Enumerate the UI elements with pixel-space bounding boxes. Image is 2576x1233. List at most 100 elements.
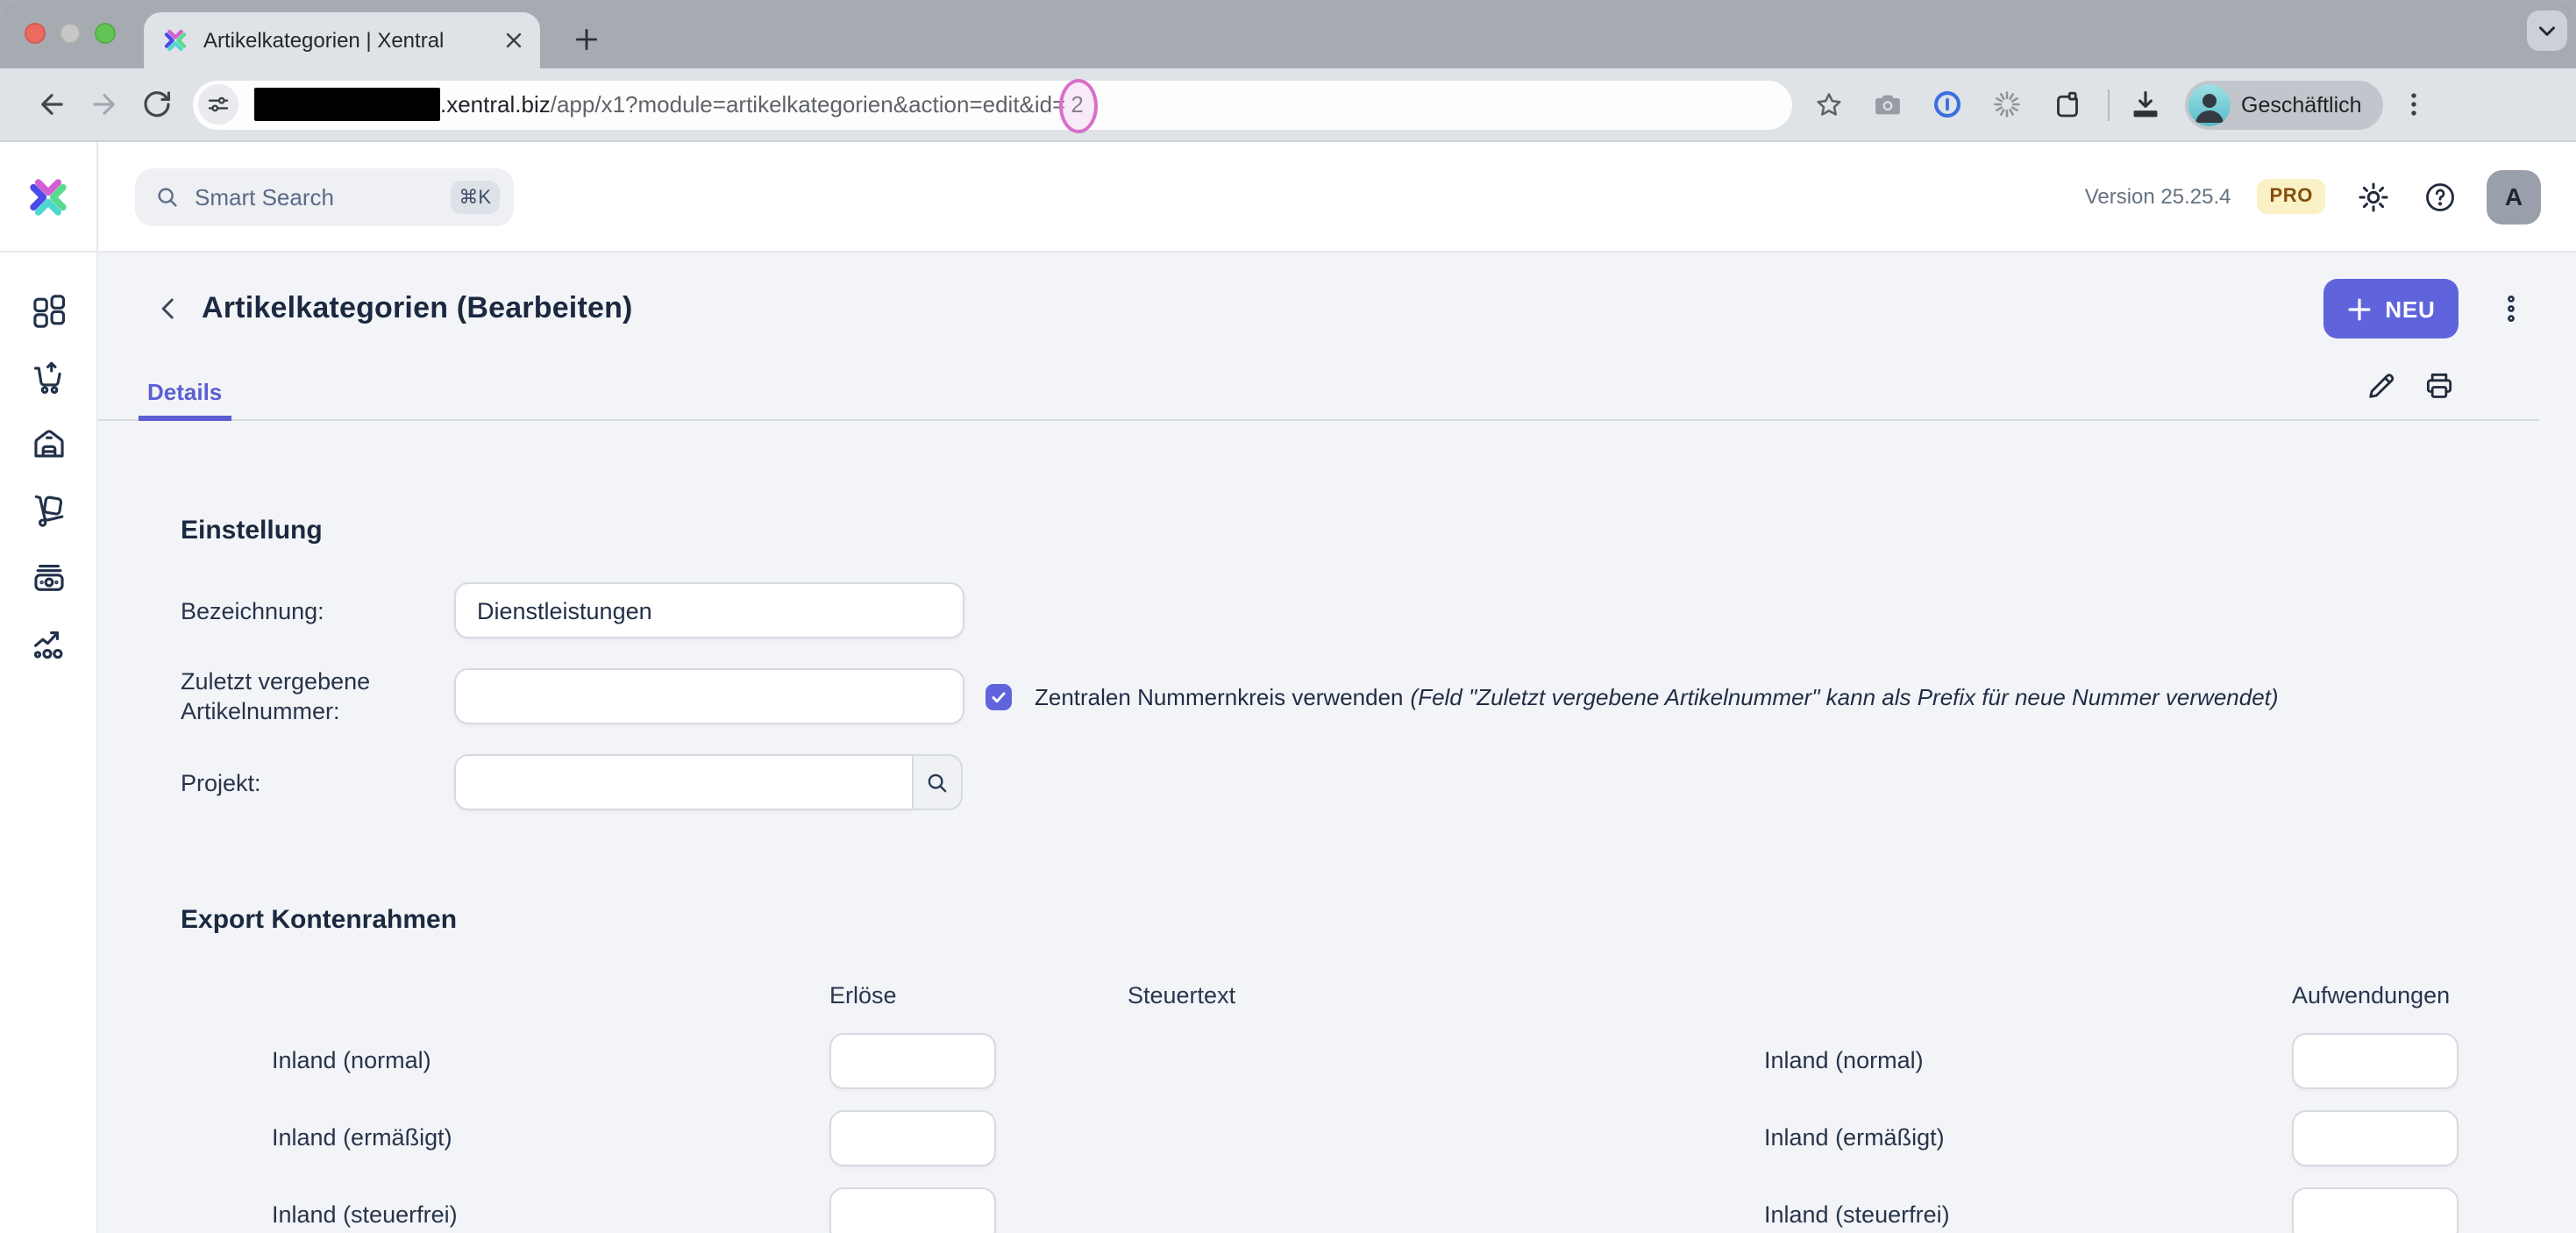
page-title: Artikelkategorien (Bearbeiten) — [202, 291, 633, 326]
forward-icon[interactable] — [77, 78, 130, 131]
site-settings-icon[interactable] — [198, 84, 238, 125]
section-export-kontenrahmen: Export Kontenrahmen — [181, 905, 2539, 935]
sidebar-logistics-icon[interactable] — [29, 491, 68, 530]
xentral-favicon — [161, 26, 189, 54]
erloese-inland-ermaessigt-input[interactable] — [829, 1110, 996, 1166]
aufwendungen-inland-steuerfrei-input[interactable] — [2292, 1187, 2459, 1233]
spinner-extension-icon[interactable] — [1983, 78, 2031, 131]
bookmark-star-icon[interactable] — [1804, 78, 1852, 131]
check-icon — [989, 687, 1008, 706]
screenshot-camera-icon[interactable] — [1864, 78, 1911, 131]
browser-tab[interactable]: Artikelkategorien | Xentral — [144, 12, 540, 68]
aufwendungen-inland-ermaessigt-input[interactable] — [2292, 1110, 2459, 1166]
search-icon — [154, 183, 181, 210]
tab-title: Artikelkategorien | Xentral — [203, 28, 487, 53]
clipper-extension-icon[interactable] — [2043, 78, 2090, 131]
export-column-headers: Erlöse Steuertext Aufwendungen — [98, 982, 2539, 1012]
row-label-inland-normal-right: Inland (normal) — [1764, 1047, 1924, 1073]
bezeichnung-input[interactable] — [454, 582, 964, 638]
row-label-inland-ermaessigt-right: Inland (ermäßigt) — [1764, 1124, 1945, 1151]
nummernkreis-option: Zentralen Nummernkreis verwenden(Feld "Z… — [986, 683, 2279, 709]
smart-search[interactable]: ⌘K — [135, 167, 514, 225]
nummernkreis-checkbox[interactable] — [986, 683, 1012, 709]
sidebar-sales-cart-icon[interactable] — [29, 358, 68, 396]
tab-bar: Details — [98, 361, 2539, 421]
redacted-domain — [254, 88, 440, 121]
export-row: Inland (ermäßigt) Inland (ermäßigt) — [98, 1110, 2539, 1166]
column-aufwendungen: Aufwendungen — [2292, 982, 2450, 1008]
app-topbar: ⌘K Version 25.25.4 PRO A — [0, 142, 2576, 253]
erloese-inland-normal-input[interactable] — [829, 1033, 996, 1089]
back-chevron-icon[interactable] — [147, 288, 189, 330]
url-path: /app/x1?module=artikelkategorien&action=… — [551, 91, 1066, 118]
browser-profile-chip[interactable]: Geschäftlich — [2185, 80, 2383, 129]
version-label: Version 25.25.4 — [2085, 184, 2231, 209]
toolbar-separator — [2108, 89, 2110, 120]
close-window-button[interactable] — [25, 23, 46, 44]
help-icon[interactable] — [2420, 176, 2460, 217]
row-label-inland-ermaessigt: Inland (ermäßigt) — [272, 1124, 452, 1151]
field-row-projekt: Projekt: — [181, 754, 2539, 810]
minimize-window-button[interactable] — [60, 23, 81, 44]
profile-name: Geschäftlich — [2241, 92, 2362, 117]
edit-pencil-icon[interactable] — [2362, 367, 2401, 405]
reload-icon[interactable] — [130, 78, 182, 131]
settings-gear-icon[interactable] — [2352, 175, 2394, 217]
profile-avatar — [2188, 83, 2231, 125]
new-button-label: NEU — [2385, 296, 2435, 322]
search-shortcut-badge: ⌘K — [450, 180, 500, 213]
xentral-logo[interactable] — [0, 142, 98, 251]
print-icon[interactable] — [2420, 367, 2459, 405]
sidebar-finance-icon[interactable] — [29, 558, 68, 596]
export-grid: Erlöse Steuertext Aufwendungen Inland (n… — [181, 982, 2539, 1233]
aufwendungen-inland-normal-input[interactable] — [2292, 1033, 2459, 1089]
tab-strip: Artikelkategorien | Xentral — [0, 0, 2576, 68]
projekt-input[interactable] — [454, 754, 912, 810]
sidebar-warehouse-icon[interactable] — [29, 424, 68, 463]
field-row-artikelnummer: Zuletzt vergebene Artikelnummer: Zentral… — [181, 666, 2539, 726]
back-icon[interactable] — [25, 78, 77, 131]
pro-badge: PRO — [2258, 179, 2326, 214]
sidebar-dashboard-icon[interactable] — [29, 291, 68, 330]
url-bar[interactable]: .xentral.biz/app/x1?module=artikelkatego… — [193, 80, 1792, 129]
nummernkreis-note: (Feld "Zuletzt vergebene Artikelnummer" … — [1411, 683, 2279, 709]
app-body: Artikelkategorien (Bearbeiten) NEU Detai… — [0, 253, 2576, 1233]
url-text: .xentral.biz/app/x1?module=artikelkatego… — [440, 91, 1089, 118]
artikelnummer-input[interactable] — [454, 668, 964, 724]
user-avatar[interactable]: A — [2487, 169, 2541, 224]
column-steuertext: Steuertext — [1128, 982, 1235, 1008]
export-row: Inland (steuerfrei) Inland (steuerfrei) — [98, 1187, 2539, 1233]
zoom-window-button[interactable] — [95, 23, 116, 44]
field-row-bezeichnung: Bezeichnung: — [181, 582, 2539, 638]
column-erloese: Erlöse — [829, 982, 897, 1008]
password-manager-icon[interactable] — [1924, 78, 1971, 131]
row-label-inland-normal: Inland (normal) — [272, 1047, 431, 1073]
row-label-inland-steuerfrei: Inland (steuerfrei) — [272, 1201, 458, 1228]
search-input[interactable] — [195, 183, 436, 210]
new-button[interactable]: NEU — [2323, 279, 2459, 339]
tab-details[interactable]: Details — [139, 368, 231, 421]
sidebar-analytics-icon[interactable] — [29, 624, 68, 663]
tab-search-button[interactable] — [2527, 11, 2567, 51]
tab-close-icon[interactable] — [502, 28, 526, 53]
nummernkreis-label-text: Zentralen Nummernkreis verwenden(Feld "Z… — [1035, 683, 2279, 709]
page-content: Artikelkategorien (Bearbeiten) NEU Detai… — [98, 253, 2576, 1233]
browser-menu-icon[interactable] — [2390, 78, 2437, 131]
new-tab-button[interactable] — [565, 18, 607, 60]
url-id-annotated: 2 — [1065, 91, 1088, 118]
page-menu-icon[interactable] — [2490, 288, 2532, 330]
section-einstellung: Einstellung — [181, 516, 2539, 545]
erloese-inland-steuerfrei-input[interactable] — [829, 1187, 996, 1233]
plus-icon — [2346, 296, 2373, 322]
projekt-label: Projekt: — [181, 767, 454, 797]
page-header: Artikelkategorien (Bearbeiten) NEU — [98, 279, 2539, 339]
url-domain: .xentral.biz — [440, 91, 551, 118]
projekt-search-icon[interactable] — [912, 754, 963, 810]
row-label-inland-steuerfrei-right: Inland (steuerfrei) — [1764, 1201, 1950, 1228]
downloads-icon[interactable] — [2122, 78, 2169, 131]
bezeichnung-label: Bezeichnung: — [181, 595, 454, 625]
sidebar-nav — [0, 253, 98, 1233]
browser-toolbar: .xentral.biz/app/x1?module=artikelkatego… — [0, 68, 2576, 142]
browser-window: Artikelkategorien | Xentral — [0, 0, 2576, 1233]
export-row: Inland (normal) Inland (normal) — [98, 1033, 2539, 1089]
